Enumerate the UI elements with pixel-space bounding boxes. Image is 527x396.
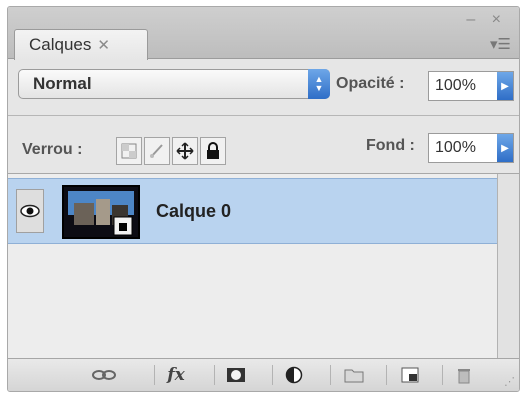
divider <box>214 365 215 385</box>
divider <box>442 365 443 385</box>
panel-footer: fx ⋰ <box>8 358 519 391</box>
opacity-label: Opacité : <box>336 75 405 92</box>
divider <box>330 365 331 385</box>
eye-icon[interactable] <box>16 189 44 233</box>
layers-scrollbar[interactable] <box>497 174 519 361</box>
layer-thumbnail <box>62 185 140 239</box>
fill-label: Fond : <box>366 137 415 154</box>
divider <box>8 115 519 116</box>
layer-row[interactable]: Calque 0 <box>8 178 498 244</box>
tab-label: Calques <box>29 35 92 54</box>
lock-all-icon[interactable] <box>200 137 226 165</box>
layers-panel: Calques ✕ – × ▾☰ Normal ▲ ▼ Opacité : 100… <box>7 6 520 392</box>
opacity-slider-arrow-icon[interactable]: ▶ <box>497 72 513 100</box>
lock-transparency-icon[interactable] <box>116 137 142 165</box>
layer-name[interactable]: Calque 0 <box>156 201 231 222</box>
lock-position-icon[interactable] <box>172 137 198 165</box>
folder-icon[interactable] <box>338 362 370 388</box>
blend-mode-value: Normal <box>33 74 92 93</box>
flyout-menu-icon[interactable]: ▾☰ <box>490 35 511 53</box>
divider <box>386 365 387 385</box>
fill-value: 100% <box>435 139 476 156</box>
lock-label: Verrou : <box>22 141 83 158</box>
window-controls[interactable]: – × <box>466 11 507 29</box>
panel-tabbar: Calques ✕ – × ▾☰ <box>8 7 519 60</box>
divider <box>154 365 155 385</box>
blend-opacity-row: Normal ▲ ▼ Opacité : 100% ▶ <box>8 65 519 109</box>
new-layer-icon[interactable] <box>394 362 426 388</box>
opacity-value: 100% <box>435 77 476 94</box>
tab-calques[interactable]: Calques ✕ <box>14 29 148 60</box>
close-icon[interactable]: ✕ <box>97 36 110 54</box>
blend-mode-select[interactable]: Normal ▲ ▼ <box>18 69 330 99</box>
layers-list: Calque 0 <box>8 173 519 361</box>
chevron-updown-icon[interactable]: ▲ ▼ <box>308 69 330 99</box>
fill-field[interactable]: 100% ▶ <box>428 133 514 163</box>
resize-grip-icon[interactable]: ⋰ <box>504 375 515 388</box>
mask-icon[interactable] <box>220 362 252 388</box>
fill-slider-arrow-icon[interactable]: ▶ <box>497 134 513 162</box>
trash-icon[interactable] <box>448 362 480 388</box>
opacity-field[interactable]: 100% ▶ <box>428 71 514 101</box>
link-icon[interactable] <box>88 362 120 388</box>
lock-pixels-icon[interactable] <box>144 137 170 165</box>
fx-icon[interactable]: fx <box>160 362 192 388</box>
adjustment-icon[interactable] <box>278 362 310 388</box>
divider <box>272 365 273 385</box>
